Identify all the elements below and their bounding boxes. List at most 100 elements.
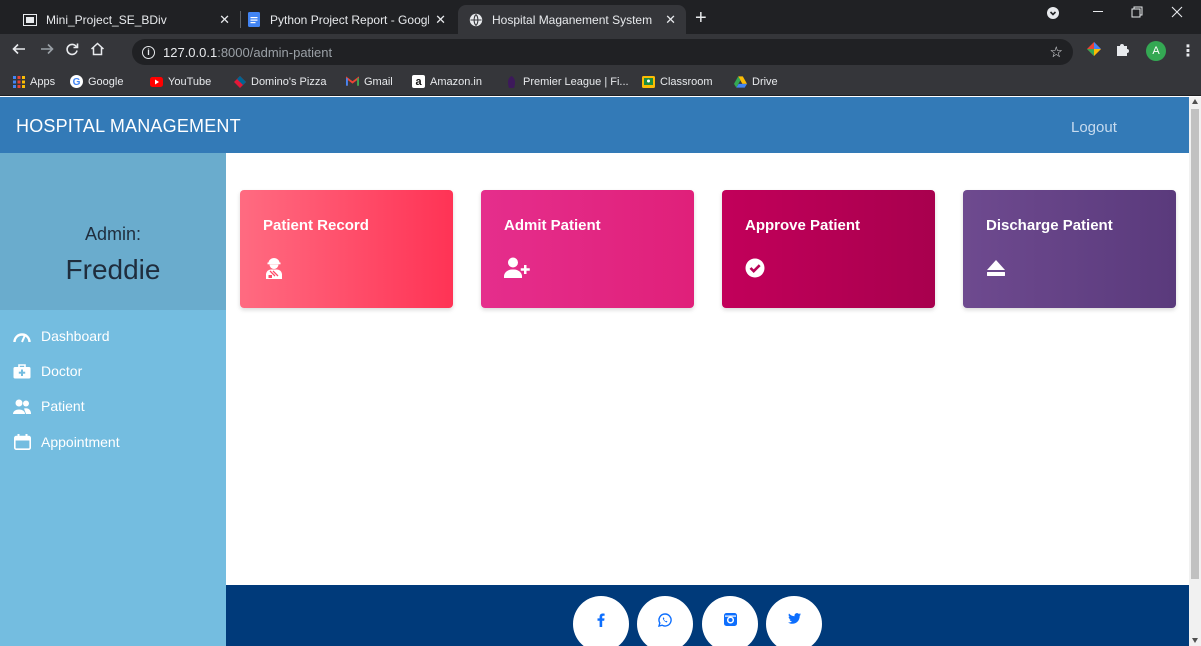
dominos-icon bbox=[233, 75, 246, 88]
bookmarks-bar: Apps G Google YouTube Domino's Pizza Gma… bbox=[0, 70, 1201, 96]
bookmark-label: Apps bbox=[30, 75, 56, 88]
facebook-icon[interactable] bbox=[573, 596, 629, 646]
tab-mini-project[interactable]: Mini_Project_SE_BDiv ✕ bbox=[12, 5, 240, 34]
user-injured-icon bbox=[263, 257, 285, 279]
youtube-icon bbox=[150, 75, 163, 88]
page-scrollbar[interactable] bbox=[1189, 97, 1201, 646]
tab-search-icon[interactable] bbox=[1046, 6, 1060, 23]
google-icon: G bbox=[70, 75, 83, 88]
home-icon[interactable] bbox=[90, 42, 105, 61]
bookmark-label: Amazon.in bbox=[430, 75, 482, 88]
forward-icon[interactable] bbox=[40, 42, 54, 61]
restore-icon[interactable] bbox=[1131, 6, 1143, 21]
top-navbar: HOSPITAL MANAGEMENT Logout bbox=[0, 97, 1189, 153]
bookmark-dominos[interactable]: Domino's Pizza bbox=[233, 75, 326, 88]
bookmark-gmail[interactable]: Gmail bbox=[346, 75, 393, 88]
instagram-icon[interactable] bbox=[702, 596, 758, 646]
new-tab-button[interactable]: + bbox=[695, 8, 707, 28]
apps-grid-icon bbox=[12, 75, 25, 88]
bookmark-star-icon[interactable]: ☆ bbox=[1050, 43, 1063, 61]
card-admit-patient[interactable]: Admit Patient bbox=[481, 190, 694, 308]
check-circle-icon bbox=[745, 257, 767, 279]
user-plus-icon bbox=[503, 257, 530, 279]
bookmark-amazon[interactable]: a Amazon.in bbox=[412, 75, 482, 88]
address-bar[interactable]: i 127.0.0.1:8000/admin-patient ☆ bbox=[132, 39, 1073, 65]
logout-link[interactable]: Logout bbox=[1071, 119, 1117, 136]
admin-label: Admin: bbox=[84, 224, 142, 244]
card-approve-patient[interactable]: Approve Patient bbox=[722, 190, 935, 308]
card-title: Admit Patient bbox=[504, 217, 601, 234]
profile-avatar[interactable]: A bbox=[1146, 41, 1166, 61]
close-tab-button[interactable]: ✕ bbox=[665, 12, 676, 28]
tab-title: Python Project Report - Google D bbox=[270, 12, 429, 27]
sidebar-item-label: Doctor bbox=[41, 363, 83, 379]
scroll-up-icon[interactable] bbox=[1192, 99, 1198, 104]
calendar-icon bbox=[13, 434, 31, 450]
bookmark-label: YouTube bbox=[168, 75, 212, 88]
extensions-puzzle-icon[interactable] bbox=[1115, 42, 1130, 60]
browser-toolbar: i 127.0.0.1:8000/admin-patient ☆ bbox=[0, 34, 1201, 70]
classroom-icon bbox=[642, 75, 655, 88]
tachometer-icon bbox=[13, 328, 31, 344]
card-discharge-patient[interactable]: Discharge Patient bbox=[963, 190, 1176, 308]
premier-league-icon bbox=[505, 75, 518, 88]
twitter-icon[interactable] bbox=[766, 596, 822, 646]
bookmark-label: Google bbox=[88, 75, 124, 88]
close-tab-button[interactable]: ✕ bbox=[219, 12, 230, 28]
sidebar-item-label: Appointment bbox=[41, 434, 120, 450]
footer bbox=[226, 585, 1189, 646]
sidebar-item-label: Patient bbox=[41, 398, 85, 414]
docs-icon bbox=[246, 12, 262, 28]
menu-kebab-icon[interactable]: ⋮ bbox=[1180, 41, 1196, 61]
sidebar-item-patient[interactable]: Patient bbox=[13, 398, 85, 414]
bookmark-apps[interactable]: Apps bbox=[12, 75, 55, 88]
admin-name: Freddie bbox=[65, 254, 161, 285]
bookmark-label: Gmail bbox=[364, 75, 393, 88]
reload-icon[interactable] bbox=[65, 42, 79, 61]
bookmark-premier-league[interactable]: Premier League | Fi... bbox=[505, 75, 629, 88]
users-icon bbox=[13, 398, 31, 414]
color-extension-icon[interactable] bbox=[1087, 42, 1101, 59]
sidebar: Admin: Freddie Dashboard Doctor Patient … bbox=[0, 153, 226, 646]
card-title: Approve Patient bbox=[745, 217, 861, 234]
bookmark-google[interactable]: G Google bbox=[70, 75, 123, 88]
gmail-icon bbox=[346, 75, 359, 88]
bookmark-drive[interactable]: Drive bbox=[734, 75, 778, 88]
back-icon[interactable] bbox=[12, 42, 26, 61]
url-path: :8000/admin-patient bbox=[217, 44, 333, 60]
whatsapp-icon[interactable] bbox=[637, 596, 693, 646]
brand-title[interactable]: HOSPITAL MANAGEMENT bbox=[16, 116, 241, 137]
briefcase-medical-icon bbox=[13, 363, 31, 379]
tab-title: Hospital Maganement System bbox=[492, 12, 653, 27]
globe-icon bbox=[468, 12, 484, 28]
eject-icon bbox=[986, 257, 1008, 279]
bookmark-label: Domino's Pizza bbox=[251, 75, 327, 88]
bookmark-label: Drive bbox=[752, 75, 778, 88]
scrollbar-thumb[interactable] bbox=[1191, 109, 1199, 579]
sidebar-item-dashboard[interactable]: Dashboard bbox=[13, 328, 110, 344]
sidebar-item-doctor[interactable]: Doctor bbox=[13, 363, 82, 379]
site-info-icon[interactable]: i bbox=[142, 45, 155, 59]
web-page: HOSPITAL MANAGEMENT Logout Admin: Freddi… bbox=[0, 97, 1189, 646]
tab-hospital[interactable]: Hospital Maganement System ✕ bbox=[458, 5, 686, 34]
card-patient-record[interactable]: Patient Record bbox=[240, 190, 453, 308]
close-window-icon[interactable] bbox=[1171, 6, 1183, 21]
bookmark-classroom[interactable]: Classroom bbox=[642, 75, 713, 88]
close-tab-button[interactable]: ✕ bbox=[435, 12, 446, 28]
bookmark-label: Classroom bbox=[660, 75, 713, 88]
tab-strip: Mini_Project_SE_BDiv ✕ Python Project Re… bbox=[0, 0, 1201, 34]
svg-text:G: G bbox=[73, 77, 81, 88]
bookmark-youtube[interactable]: YouTube bbox=[150, 75, 211, 88]
amazon-icon: a bbox=[412, 75, 425, 88]
sidebar-item-appointment[interactable]: Appointment bbox=[13, 434, 120, 450]
admin-profile-box: Admin: Freddie bbox=[0, 153, 226, 310]
card-title: Patient Record bbox=[263, 217, 369, 234]
bookmark-label: Premier League | Fi... bbox=[523, 75, 629, 88]
browser-window: Mini_Project_SE_BDiv ✕ Python Project Re… bbox=[0, 0, 1201, 646]
drive-icon bbox=[734, 75, 747, 88]
minimize-icon[interactable] bbox=[1092, 4, 1104, 21]
card-title: Discharge Patient bbox=[986, 217, 1113, 234]
scroll-down-icon[interactable] bbox=[1192, 638, 1198, 643]
tab-python-report[interactable]: Python Project Report - Google D ✕ bbox=[236, 5, 456, 34]
slides-icon bbox=[22, 12, 38, 28]
